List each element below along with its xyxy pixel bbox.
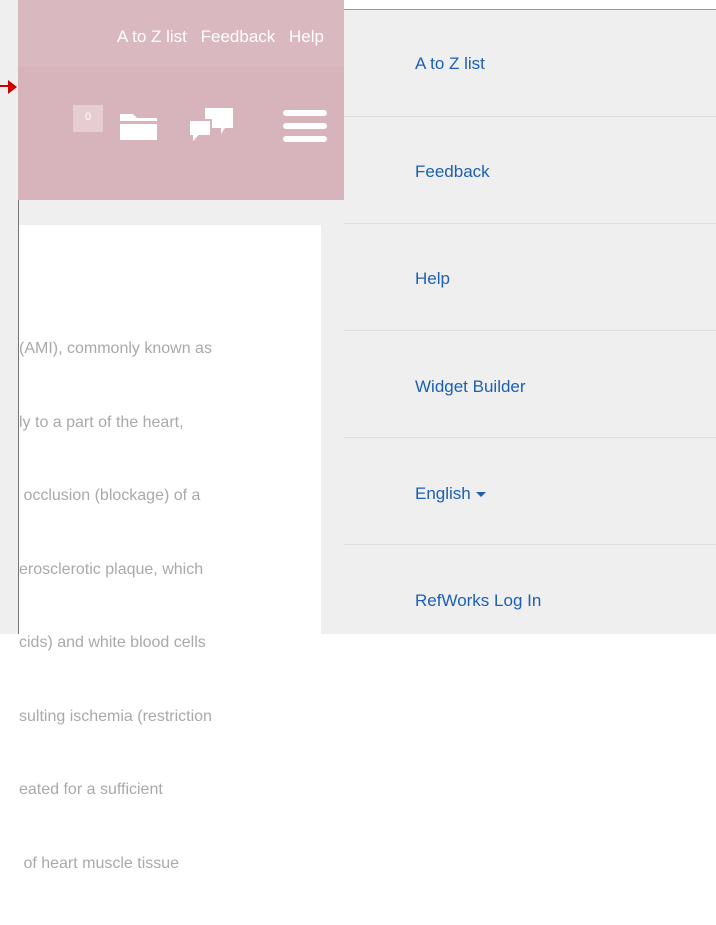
paragraph-line: sulting ischemia (restriction: [19, 707, 212, 725]
menu-item-refworks-log-in[interactable]: RefWorks Log In: [344, 545, 716, 652]
red-arrow-icon: [0, 80, 17, 94]
menu-item-label: A to Z list: [415, 54, 485, 73]
top-link-feedback[interactable]: Feedback: [201, 27, 276, 46]
item-count-badge: 0: [73, 105, 103, 132]
paragraph-line: (AMI), commonly known as: [19, 340, 212, 357]
top-utility-bar: A to Z list Feedback Help: [18, 0, 344, 67]
top-link-a-to-z[interactable]: A to Z list: [117, 27, 187, 46]
paragraph-line: erosclerotic plaque, which: [19, 560, 204, 578]
menu-item-label: Widget Builder: [415, 377, 526, 396]
menu-item-label: English: [415, 484, 471, 503]
menu-item-feedback[interactable]: Feedback: [344, 117, 716, 224]
folder-icon[interactable]: [118, 108, 160, 142]
paragraph-line: eated for a sufficient: [19, 781, 163, 798]
menu-item-help[interactable]: Help: [344, 224, 716, 331]
paragraph-line: cids) and white blood cells: [19, 634, 206, 651]
top-links: A to Z list Feedback Help: [108, 27, 324, 47]
navigation-menu-panel: A to Z list Feedback Help Widget Builder…: [344, 10, 716, 634]
menu-item-a-to-z-list[interactable]: A to Z list: [344, 10, 716, 117]
chat-icon[interactable]: [187, 106, 235, 148]
menu-item-label: Feedback: [415, 162, 490, 181]
paragraph-line: occlusion (blockage) of a: [19, 487, 201, 504]
menu-item-language-english[interactable]: English: [344, 438, 716, 545]
hamburger-menu-icon[interactable]: [283, 110, 327, 146]
article-content: (AMI), commonly known as ly to a part of…: [19, 225, 321, 872]
caret-down-icon: [475, 492, 486, 498]
article-paragraph: (AMI), commonly known as ly to a part of…: [19, 288, 321, 925]
menu-item-label: RefWorks Log In: [415, 591, 542, 610]
top-link-help[interactable]: Help: [289, 27, 324, 46]
paragraph-line: of heart muscle tissue: [19, 854, 180, 872]
paragraph-line: ly to a part of the heart,: [19, 413, 184, 431]
menu-item-widget-builder[interactable]: Widget Builder: [344, 331, 716, 438]
language-dropdown[interactable]: English: [415, 484, 486, 504]
menu-item-label: Help: [415, 269, 450, 288]
